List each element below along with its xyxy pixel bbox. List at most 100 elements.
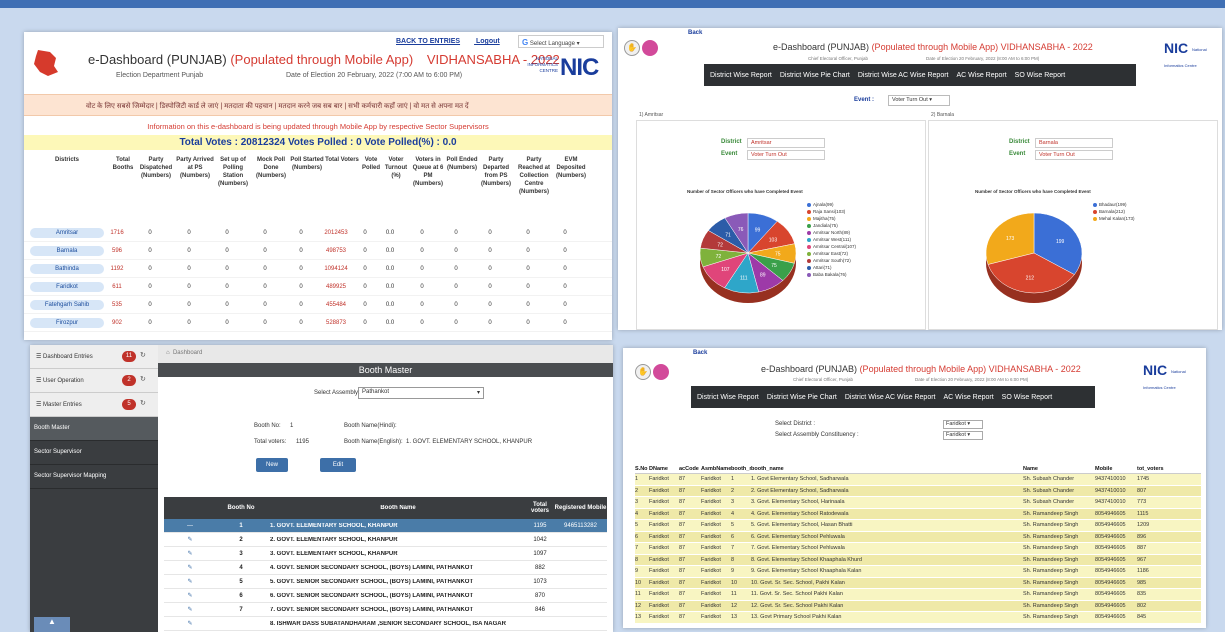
table-row: Firozpur 902 0 0 0 0 0 528873 0 0.0 0 0 0 0 0 [24,314,612,332]
sidebar-item-dashboard-entries[interactable]: ☰ Dashboard Entries 11 ↻ [30,345,158,369]
table-cell: 0 [299,229,303,236]
menu-icon: ☰ [36,354,44,360]
edit-pencil-icon[interactable]: ✎ [164,592,216,599]
edit-pencil-icon[interactable]: ✎ [164,550,216,557]
amritsar-pie-chart: 9910375758911110772727176 [699,212,797,303]
table-row[interactable]: ✎ 2 2. GOVT. ELEMENTARY SCHOOL, KHANPUR 104… [164,533,607,547]
home-icon[interactable]: ⌂ [166,350,170,356]
assembly-select[interactable]: Pathankot ▾ [358,387,484,399]
edit-pencil-icon[interactable]: ✎ [164,606,216,613]
table-cell: Faridkot [649,476,669,483]
table-row: 11 Faridkot 87 Faridkot 11 11. Govt. Sr. Sec.… [635,589,1201,601]
table-cell: 0.0 [385,283,395,290]
table-cell: 1745 [1137,476,1150,483]
booth-name-english-value: 1. GOVT. ELEMENTARY SCHOOL, KHANPUR [406,439,533,445]
table-cell: 4 [731,510,735,517]
column-header: Party Dispatched (Numbers) [139,157,173,179]
table-cell: 87 [679,545,686,552]
nav-link[interactable]: District Wise AC Wise Report [858,72,949,79]
nav-link[interactable]: AC Wise Report [943,394,993,401]
table-row[interactable]: ✎ 6 6. GOVT. SENIOR SECONDARY SCHOOL, (BOY… [164,589,607,603]
table-cell: 0 [363,265,367,272]
table-cell: Sh. Ramandeep Singh [1023,533,1079,540]
district-link[interactable]: Firozpur [30,317,104,328]
table-cell: 8054946605 [1095,579,1126,586]
district-link[interactable]: Amritsar [30,227,104,238]
table-row[interactable]: — 1 1. GOVT. ELEMENTARY SCHOOL, KHANPUR 119… [164,519,607,533]
nav-link[interactable]: District Wise AC Wise Report [845,394,936,401]
sidebar-item-master-entries[interactable]: ☰ Master Entries 5 ↻ [30,393,158,417]
district-link[interactable]: Faridkot [30,281,104,292]
sidebar-item-sector-supervisor[interactable]: Sector Supervisor [30,441,158,465]
logout-link[interactable]: Logout [476,38,500,45]
district-select[interactable]: Amritsar [747,138,825,148]
table-row[interactable]: ✎ 5 5. GOVT. SENIOR SECONDARY SCHOOL, (BOY… [164,575,607,589]
nav-link[interactable]: SO Wise Report [1002,394,1053,401]
table-row[interactable]: ✎ 4 4. GOVT. SENIOR SECONDARY SCHOOL, (BOY… [164,561,607,575]
table-cell: Sh. Ramandeep Singh [1023,591,1079,598]
nav-link[interactable]: District Wise Pie Chart [767,394,837,401]
district-select[interactable]: Barnala [1035,138,1113,148]
event-label: Event : [854,97,875,103]
table-cell: 7 [239,606,243,613]
edit-pencil-icon[interactable]: ✎ [164,564,216,571]
table-cell: 0 [488,265,492,272]
district-link[interactable]: Barnala [30,245,104,256]
nav-link[interactable]: SO Wise Report [1015,72,1066,79]
table-cell: 87 [679,533,686,540]
event-select[interactable]: Voter Turn Out [747,150,825,160]
table-cell: 5. Govt. Elementary School, Hasan Bhatti [751,522,853,529]
table-cell: 0 [148,247,152,254]
district-link[interactable]: Bathinda [30,263,104,274]
back-link[interactable]: Back [693,350,707,356]
ac-select[interactable]: Faridkot ▾ [943,431,983,440]
table-cell: Faridkot [701,591,721,598]
table-row[interactable]: ✎ 3 3. GOVT. ELEMENTARY SCHOOL, KHANPUR 109… [164,547,607,561]
sidebar-item-sector-supervisor-mapping[interactable]: Sector Supervisor Mapping [30,465,158,489]
sidebar-item-user-operation[interactable]: ☰ User Operation 2 ↻ [30,369,158,393]
event-select[interactable]: Voter Turn Out ▾ [888,95,950,106]
event-select[interactable]: Voter Turn Out [1035,150,1113,160]
table-cell: Faridkot [649,556,669,563]
table-cell: Faridkot [701,568,721,575]
nav-link[interactable]: District Wise Pie Chart [780,72,850,79]
nav-link[interactable]: District Wise Report [697,394,759,401]
table-cell: 0 [148,319,152,326]
table-cell: 8054946605 [1095,533,1126,540]
table-cell: 0.0 [385,247,395,254]
column-header: Mock Poll Done (Numbers) [255,157,286,179]
language-select[interactable]: G Select Language ▾ [518,35,604,48]
table-cell: 2012453 [324,229,348,236]
legend-dot [1093,216,1097,221]
table-cell: 846 [534,606,545,613]
sidebar: ☰ Dashboard Entries 11 ↻ ☰ User Operation… [30,345,158,632]
table-row[interactable]: ✎ 8. ISHWAR DASS SUBATANDHARAM ,SENIOR SE… [164,617,607,631]
nav-link[interactable]: District Wise Report [710,72,772,79]
edit-pencil-icon[interactable]: ✎ [164,536,216,543]
table-row[interactable]: ✎ 7 7. GOVT. SENIOR SECONDARY SCHOOL, (BOY… [164,603,607,617]
back-to-entries-link[interactable]: BACK TO ENTRIES [396,38,460,45]
edit-pencil-icon[interactable]: ✎ [164,578,216,585]
table-cell: 845 [1137,614,1147,621]
sidebar-item-booth-master[interactable]: Booth Master [30,417,158,441]
nav-link[interactable]: AC Wise Report [956,72,1006,79]
scroll-top-button[interactable]: ▲ [34,617,70,632]
report-navbar: District Wise Report District Wise Pie Ch… [691,386,1095,408]
table-row: Fatehgarh Sahib 535 0 0 0 0 0 455484 0 0.0 0 0 0 0 0 [24,296,612,314]
edit-pencil-icon[interactable]: ✎ [164,620,216,627]
back-link[interactable]: Back [688,30,702,36]
table-cell: Faridkot [701,499,721,506]
barnala-pie-chart: 199 212 173 [985,212,1083,303]
district-select[interactable]: Faridkot ▾ [943,420,983,429]
table-cell: 0 [454,229,458,236]
edit-pencil-icon[interactable]: — [164,523,216,529]
district-link[interactable]: Fatehgarh Sahib [30,299,104,310]
table-cell: 0 [263,247,267,254]
edit-button[interactable]: Edit [320,458,356,472]
new-button[interactable]: New [256,458,288,472]
table-cell: 1186 [1137,568,1149,575]
table-cell: Faridkot [649,579,669,586]
table-cell: 87 [679,487,686,494]
table-row: 6 Faridkot 87 Faridkot 6 6. Govt. Elementary … [635,531,1201,543]
table-cell: 1115 [1137,510,1149,517]
